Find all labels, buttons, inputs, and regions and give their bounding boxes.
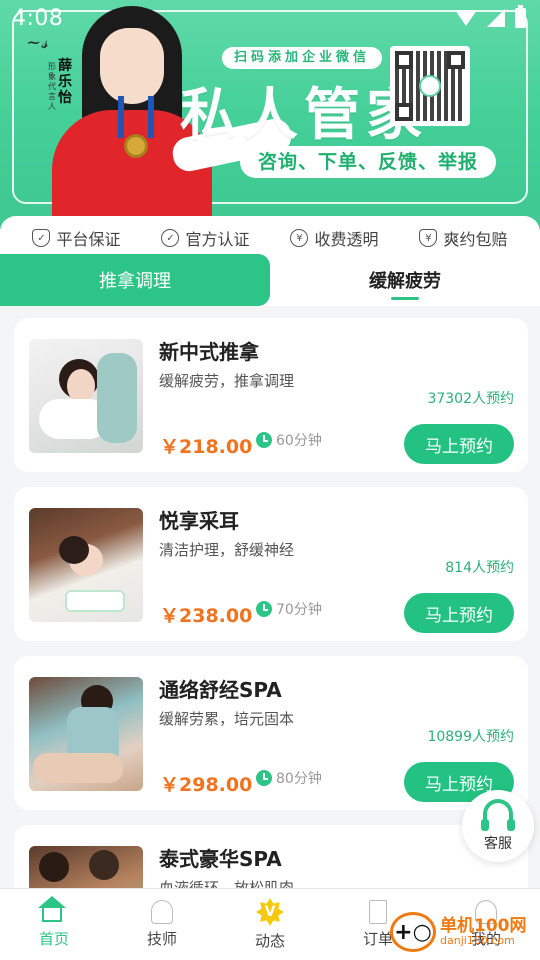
service-image — [29, 508, 143, 622]
clock-icon — [256, 601, 272, 617]
service-card[interactable]: 悦享采耳 清洁护理，舒缓神经 814人预约 ￥238.00 70分钟 马上预约 — [14, 487, 528, 641]
guarantee-label: 爽约包赔 — [443, 230, 508, 249]
wechat-logo-icon — [419, 75, 441, 97]
headset-icon — [481, 799, 515, 831]
book-now-button[interactable]: 马上预约 — [404, 593, 514, 633]
wechat-tag: 扫码添加企业微信 — [222, 47, 382, 69]
service-image — [29, 339, 143, 453]
service-duration: 60分钟 — [256, 430, 322, 450]
yen-circle-icon: ¥ — [290, 229, 309, 247]
watermark-logo-icon: +○ — [390, 912, 436, 952]
home-icon — [38, 896, 66, 922]
tab-massage[interactable]: 推拿调理 — [0, 254, 270, 306]
duration-text: 60分钟 — [276, 433, 322, 449]
service-title: 泰式豪华SPA — [159, 847, 282, 871]
technician-icon — [151, 900, 173, 924]
promo-banner[interactable]: 4:08 ~𝓈 薛乐怡 形象代言人 扫码添加企业微信 私人管家 咨询、下单、反馈… — [0, 0, 540, 230]
signature-icon: ~𝓈 — [26, 32, 48, 53]
service-card[interactable]: 通络舒经SPA 缓解劳累，培元固本 10899人预约 ￥298.00 80分钟 … — [14, 656, 528, 810]
nav-technician[interactable]: 技师 — [108, 889, 216, 960]
customer-service-button[interactable]: 客服 — [462, 790, 534, 862]
site-watermark: +○ 单机100网 danji100.com — [390, 912, 527, 952]
nav-label: 技师 — [146, 930, 177, 948]
booking-count: 37302人预约 — [427, 391, 514, 407]
guarantee-compensation: ¥ 爽约包赔 — [419, 226, 508, 250]
services-pill: 咨询、下单、反馈、举报 — [240, 146, 496, 178]
guarantee-official: ✓ 官方认证 — [161, 226, 250, 250]
nav-label: 动态 — [254, 932, 285, 950]
watermark-main: 单机100网 — [440, 915, 527, 936]
service-image — [29, 677, 143, 791]
guarantee-platform: ✓ 平台保证 — [32, 226, 121, 250]
feed-badge-icon: V — [256, 898, 284, 926]
service-desc: 缓解劳累，培元固本 — [159, 710, 295, 728]
nav-label: 订单 — [362, 930, 393, 948]
watermark-sub: danji100.com — [440, 934, 515, 948]
service-price: ￥298.00 — [160, 774, 253, 796]
ambassador-name: 薛乐怡 — [58, 58, 72, 106]
service-price: ￥238.00 — [160, 605, 253, 627]
yen-shield-icon: ¥ — [419, 229, 438, 247]
service-title: 通络舒经SPA — [159, 678, 282, 702]
service-desc: 缓解疲劳，推拿调理 — [159, 372, 295, 390]
service-title: 悦享采耳 — [159, 509, 239, 533]
booking-count: 10899人预约 — [427, 729, 514, 745]
nav-home[interactable]: 首页 — [0, 889, 108, 960]
service-title: 新中式推拿 — [159, 340, 259, 364]
service-desc: 清洁护理，舒缓神经 — [159, 541, 295, 559]
clock-icon — [256, 432, 272, 448]
service-duration: 80分钟 — [256, 768, 322, 788]
nav-feed[interactable]: V 动态 — [216, 889, 324, 960]
booking-count: 814人预约 — [445, 560, 514, 576]
guarantee-label: 官方认证 — [185, 230, 250, 249]
service-duration: 70分钟 — [256, 599, 322, 619]
book-now-button[interactable]: 马上预约 — [404, 424, 514, 464]
duration-text: 70分钟 — [276, 602, 322, 618]
ambassador-role: 形象代言人 — [48, 62, 56, 111]
qr-code-icon[interactable] — [390, 46, 470, 126]
status-icons — [455, 5, 526, 28]
shield-check-icon: ✓ — [32, 229, 51, 247]
signal-icon — [487, 9, 505, 27]
order-list-icon — [369, 900, 387, 924]
clock-icon — [256, 770, 272, 786]
wifi-icon — [455, 10, 477, 26]
duration-text: 80分钟 — [276, 771, 322, 787]
service-price: ￥218.00 — [160, 436, 253, 458]
battery-icon — [515, 5, 526, 28]
service-card[interactable]: 新中式推拿 缓解疲劳，推拿调理 37302人预约 ￥218.00 60分钟 马上… — [14, 318, 528, 472]
nav-label: 首页 — [38, 930, 69, 948]
tab-relieve-fatigue[interactable]: 缓解疲劳 — [270, 254, 540, 306]
guarantee-transparent: ¥ 收费透明 — [290, 226, 379, 250]
customer-service-label: 客服 — [484, 836, 512, 852]
guarantee-label: 收费透明 — [314, 230, 379, 249]
category-tabs: 推拿调理 缓解疲劳 — [0, 254, 540, 306]
verified-badge-icon: ✓ — [161, 229, 180, 247]
guarantee-label: 平台保证 — [56, 230, 121, 249]
